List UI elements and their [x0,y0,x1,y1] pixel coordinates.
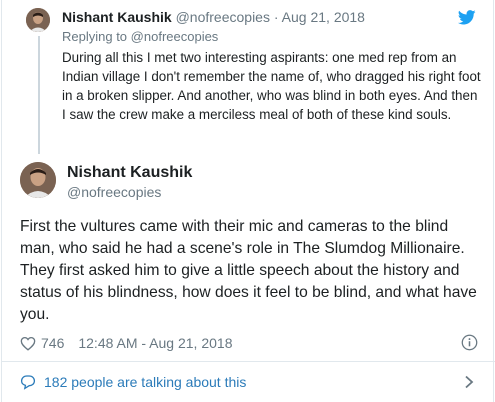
avatar[interactable] [26,8,50,32]
speech-bubble-icon [20,375,36,390]
heart-icon[interactable] [20,336,36,351]
separator-dot: · [273,9,279,25]
thread-connector-line [38,36,40,154]
tweet-date-link[interactable]: Aug 21, 2018 [282,9,365,25]
parent-tweet-text: During all this I met two interesting as… [62,50,481,122]
replying-to-line: Replying to @nofreecopies [62,29,218,45]
author-name[interactable]: Nishant Kaushik [67,163,192,183]
parent-tweet[interactable]: Nishant Kaushik @nofreecopies · Aug 21, … [2,0,495,154]
tweet-embed-card: Nishant Kaushik @nofreecopies · Aug 21, … [1,0,495,402]
replying-to-handle[interactable]: @nofreecopies [131,29,219,44]
info-icon[interactable] [461,334,478,351]
author-name[interactable]: Nishant Kaushik [62,9,172,25]
author-handle[interactable]: @nofreecopies [67,183,161,201]
tweet-timestamp[interactable]: 12:48 AM - Aug 21, 2018 [78,335,232,351]
tweet-meta-row: 746 12:48 AM - Aug 21, 2018 [20,334,232,352]
like-count[interactable]: 746 [41,335,64,351]
parent-tweet-header: Nishant Kaushik @nofreecopies · Aug 21, … [62,8,365,26]
twitter-bird-icon[interactable] [458,10,476,25]
talking-about-label[interactable]: 182 people are talking about this [44,374,246,390]
replying-to-label: Replying to [62,29,128,44]
chevron-right-icon[interactable] [464,375,474,389]
author-handle[interactable]: @nofreecopies [176,9,270,25]
avatar[interactable] [20,162,56,198]
tweet-text: First the vultures came with their mic a… [20,218,477,323]
conversation-link[interactable]: 182 people are talking about this [2,362,495,402]
